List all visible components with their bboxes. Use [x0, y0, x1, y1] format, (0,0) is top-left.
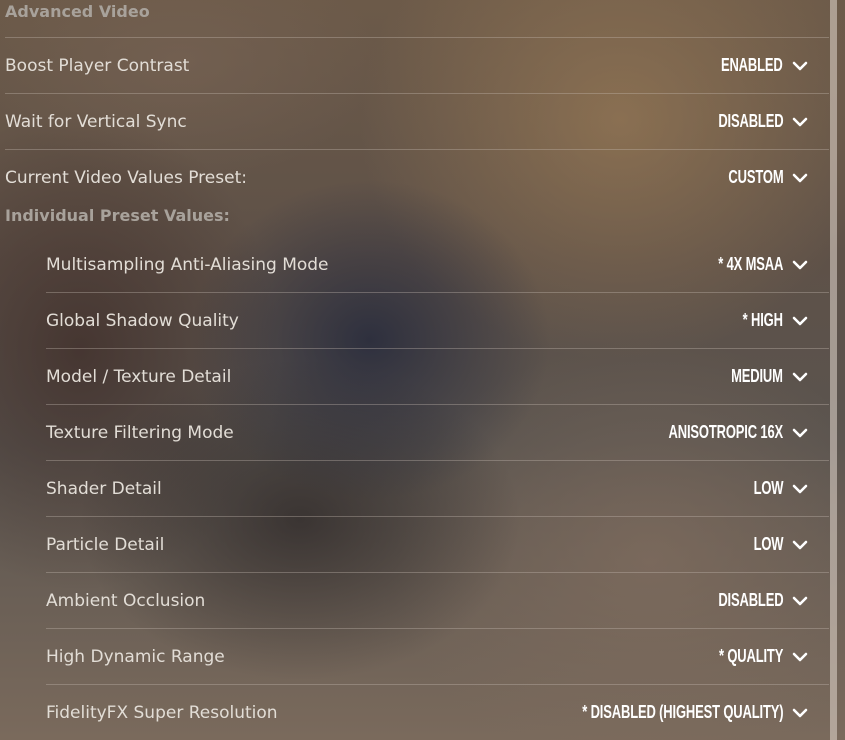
dropdown-model-texture-detail[interactable]: MEDIUM: [711, 362, 829, 392]
scrollbar[interactable]: [830, 0, 837, 740]
setting-row-shader-detail[interactable]: Shader Detail LOW: [46, 461, 829, 517]
setting-row-msaa-mode[interactable]: Multisampling Anti-Aliasing Mode * 4X MS…: [46, 237, 829, 293]
dropdown-ambient-occlusion[interactable]: DISABLED: [693, 586, 829, 616]
setting-row-global-shadow-quality[interactable]: Global Shadow Quality * HIGH: [46, 293, 829, 349]
dropdown-value: * 4X MSAA: [718, 254, 783, 274]
setting-label: Model / Texture Detail: [46, 366, 232, 387]
dropdown-value: LOW: [753, 478, 783, 498]
dropdown-value: * QUALITY: [718, 646, 783, 666]
setting-label: Current Video Values Preset:: [5, 167, 247, 188]
chevron-down-icon[interactable]: [791, 169, 809, 187]
dropdown-shader-detail[interactable]: LOW: [742, 474, 829, 504]
dropdown-value: CUSTOM: [727, 167, 783, 187]
setting-row-high-dynamic-range[interactable]: High Dynamic Range * QUALITY: [46, 629, 829, 685]
advanced-video-panel: Advanced Video Boost Player Contrast ENA…: [0, 0, 830, 740]
dropdown-texture-filtering-mode[interactable]: ANISOTROPIC 16X: [624, 418, 829, 448]
setting-row-ambient-occlusion[interactable]: Ambient Occlusion DISABLED: [46, 573, 829, 629]
dropdown-boost-player-contrast[interactable]: ENABLED: [697, 51, 829, 81]
dropdown-fidelityfx-super-resolution[interactable]: * DISABLED (HIGHEST QUALITY): [504, 698, 829, 728]
dropdown-global-shadow-quality[interactable]: * HIGH: [727, 306, 829, 336]
dropdown-value: * DISABLED (HIGHEST QUALITY): [581, 702, 783, 722]
chevron-down-icon[interactable]: [791, 256, 809, 274]
dropdown-value: * HIGH: [742, 310, 783, 330]
setting-row-boost-player-contrast[interactable]: Boost Player Contrast ENABLED: [5, 38, 829, 94]
setting-label: Shader Detail: [46, 478, 162, 499]
setting-label: Boost Player Contrast: [5, 55, 190, 76]
setting-label: Global Shadow Quality: [46, 310, 239, 331]
chevron-down-icon[interactable]: [791, 424, 809, 442]
chevron-down-icon[interactable]: [791, 480, 809, 498]
setting-label: FidelityFX Super Resolution: [46, 702, 278, 723]
setting-label: Texture Filtering Mode: [46, 422, 234, 443]
dropdown-wait-for-vertical-sync[interactable]: DISABLED: [693, 107, 829, 137]
dropdown-particle-detail[interactable]: LOW: [742, 530, 829, 560]
setting-row-fidelityfx-super-resolution[interactable]: FidelityFX Super Resolution * DISABLED (…: [46, 685, 829, 740]
chevron-down-icon[interactable]: [791, 368, 809, 386]
setting-row-model-texture-detail[interactable]: Model / Texture Detail MEDIUM: [46, 349, 829, 405]
chevron-down-icon[interactable]: [791, 312, 809, 330]
chevron-down-icon[interactable]: [791, 113, 809, 131]
chevron-down-icon[interactable]: [791, 536, 809, 554]
dropdown-high-dynamic-range[interactable]: * QUALITY: [694, 642, 829, 672]
dropdown-value: DISABLED: [717, 590, 783, 610]
preset-values-heading: Individual Preset Values:: [5, 206, 230, 225]
dropdown-current-video-values-preset[interactable]: CUSTOM: [707, 163, 829, 193]
setting-row-texture-filtering-mode[interactable]: Texture Filtering Mode ANISOTROPIC 16X: [46, 405, 829, 461]
dropdown-value: ANISOTROPIC 16X: [668, 422, 783, 442]
dropdown-msaa-mode[interactable]: * 4X MSAA: [693, 250, 829, 280]
dropdown-value: MEDIUM: [731, 366, 783, 386]
setting-label: Particle Detail: [46, 534, 165, 555]
setting-row-particle-detail[interactable]: Particle Detail LOW: [46, 517, 829, 573]
chevron-down-icon[interactable]: [791, 57, 809, 75]
setting-label: Ambient Occlusion: [46, 590, 206, 611]
dropdown-value: ENABLED: [721, 55, 783, 75]
setting-label: High Dynamic Range: [46, 646, 225, 667]
setting-label: Multisampling Anti-Aliasing Mode: [46, 254, 329, 275]
chevron-down-icon[interactable]: [791, 648, 809, 666]
dropdown-value: DISABLED: [717, 111, 783, 131]
chevron-down-icon[interactable]: [791, 704, 809, 722]
setting-row-wait-for-vertical-sync[interactable]: Wait for Vertical Sync DISABLED: [5, 94, 829, 150]
setting-row-current-video-values-preset[interactable]: Current Video Values Preset: CUSTOM: [5, 150, 829, 205]
chevron-down-icon[interactable]: [791, 592, 809, 610]
section-title: Advanced Video: [5, 2, 150, 21]
setting-label: Wait for Vertical Sync: [5, 111, 187, 132]
dropdown-value: LOW: [753, 534, 783, 554]
